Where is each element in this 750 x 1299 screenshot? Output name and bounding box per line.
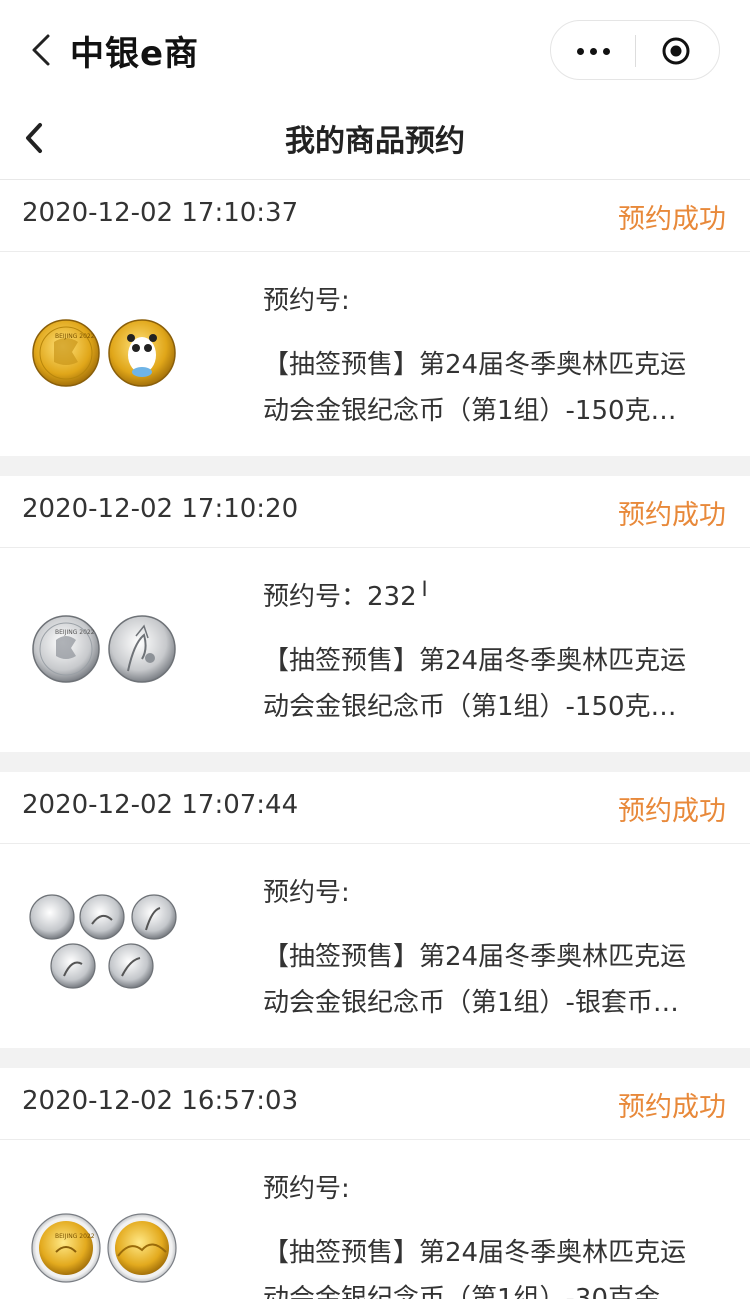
status-badge: 预约成功 bbox=[618, 204, 726, 235]
reservation-date: 2020-12-02 16:57:03 bbox=[22, 1086, 299, 1116]
card-header: 2020-12-02 17:07:44 预约成功 bbox=[0, 772, 750, 844]
silver-coin-pair-image: BEIJING 2022 bbox=[32, 615, 176, 683]
reservation-card[interactable]: 2020-12-02 17:10:20 预约成功 BEIJING 2022 预约… bbox=[0, 476, 750, 752]
reservation-number: 预约号: bbox=[263, 878, 350, 908]
capsule-divider bbox=[635, 35, 636, 67]
svg-text:BEIJING 2022: BEIJING 2022 bbox=[55, 333, 95, 340]
product-name-line2: 动会金银纪念币（第1组）-银套币… bbox=[263, 988, 679, 1018]
more-icon[interactable] bbox=[551, 21, 635, 81]
reservation-date: 2020-12-02 17:07:44 bbox=[22, 790, 299, 820]
product-name-line1: 【抽签预售】第24届冬季奥林匹克运 bbox=[263, 646, 687, 676]
capsule-menu bbox=[550, 20, 720, 80]
silver-coin-set-image bbox=[29, 894, 177, 989]
page-title: 我的商品预约 bbox=[285, 124, 465, 159]
reservation-card[interactable]: 2020-12-02 17:10:37 预约成功 BEIJING 2022 预约… bbox=[0, 180, 750, 456]
status-badge: 预约成功 bbox=[618, 796, 726, 827]
product-name: 【抽签预售】第24届冬季奥林匹克运 动会金银纪念币（第1组）-150克… bbox=[263, 638, 723, 730]
card-header: 2020-12-02 16:57:03 预约成功 bbox=[0, 1068, 750, 1140]
close-target-icon[interactable] bbox=[661, 36, 691, 66]
chevron-left-icon[interactable] bbox=[26, 32, 58, 68]
page-header: 我的商品预约 bbox=[0, 100, 750, 180]
svg-text:BEIJING 2022: BEIJING 2022 bbox=[55, 629, 95, 636]
status-badge: 预约成功 bbox=[618, 1092, 726, 1123]
reservation-number: 预约号：232╵ bbox=[263, 582, 433, 612]
reservation-card[interactable]: 2020-12-02 16:57:03 预约成功 BEIJING 2022 预约… bbox=[0, 1068, 750, 1299]
product-name: 【抽签预售】第24届冬季奥林匹克运 动会金银纪念币（第1组）-30克金… bbox=[263, 1230, 723, 1299]
reservation-date: 2020-12-02 17:10:20 bbox=[22, 494, 299, 524]
svg-text:BEIJING 2022: BEIJING 2022 bbox=[55, 1233, 95, 1240]
product-name: 【抽签预售】第24届冬季奥林匹克运 动会金银纪念币（第1组）-银套币… bbox=[263, 934, 723, 1026]
gold-silver-coin-pair-image: BEIJING 2022 bbox=[31, 1213, 177, 1283]
reservation-date: 2020-12-02 17:10:37 bbox=[22, 198, 299, 228]
product-name-line1: 【抽签预售】第24届冬季奥林匹克运 bbox=[263, 350, 687, 380]
gold-coin-pair-image: BEIJING 2022 bbox=[32, 319, 176, 387]
reservation-number: 预约号: bbox=[263, 286, 350, 316]
card-header: 2020-12-02 17:10:20 预约成功 bbox=[0, 476, 750, 548]
status-badge: 预约成功 bbox=[618, 500, 726, 531]
card-header: 2020-12-02 17:10:37 预约成功 bbox=[0, 180, 750, 252]
product-name: 【抽签预售】第24届冬季奥林匹克运 动会金银纪念币（第1组）-150克… bbox=[263, 342, 723, 434]
product-name-line2: 动会金银纪念币（第1组）-30克金… bbox=[263, 1284, 687, 1299]
product-name-line2: 动会金银纪念币（第1组）-150克… bbox=[263, 692, 677, 722]
product-name-line1: 【抽签预售】第24届冬季奥林匹克运 bbox=[263, 1238, 687, 1268]
product-name-line1: 【抽签预售】第24届冬季奥林匹克运 bbox=[263, 942, 687, 972]
reservation-number: 预约号: bbox=[263, 1174, 350, 1204]
reservation-card[interactable]: 2020-12-02 17:07:44 预约成功 预约号: 【抽签预售】第24届… bbox=[0, 772, 750, 1048]
mini-program-title-bar: 中银e商 bbox=[0, 0, 750, 100]
app-title: 中银e商 bbox=[70, 34, 200, 74]
product-name-line2: 动会金银纪念币（第1组）-150克… bbox=[263, 396, 677, 426]
